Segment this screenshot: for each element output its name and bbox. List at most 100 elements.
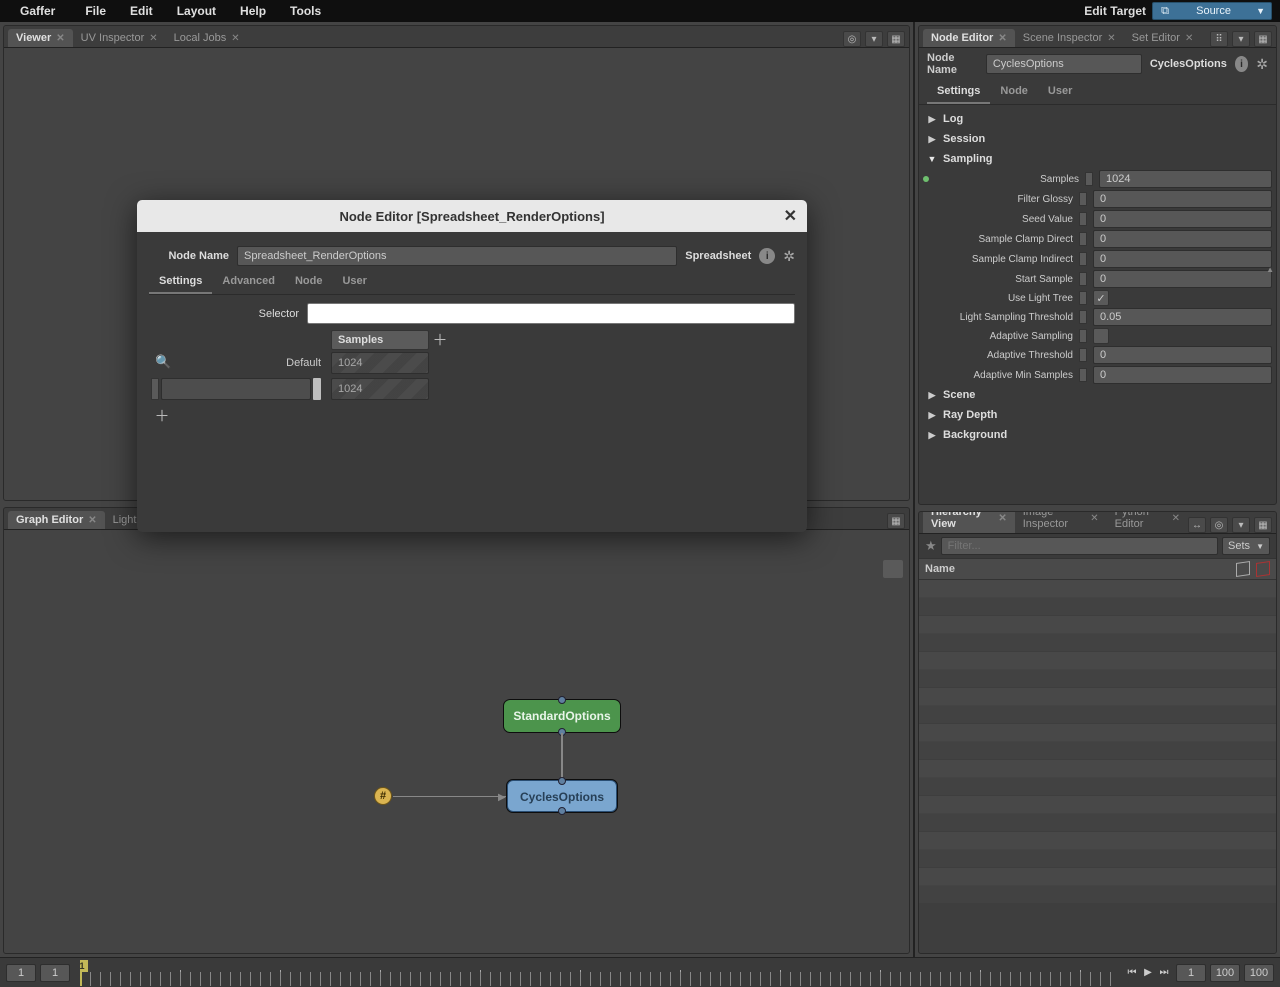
- group-background[interactable]: ▶Background: [923, 425, 1272, 445]
- app-name[interactable]: Gaffer: [8, 0, 73, 22]
- seed-input[interactable]: [1093, 210, 1272, 228]
- default-value-cell[interactable]: 1024: [331, 352, 429, 374]
- subtab-node[interactable]: Node: [990, 80, 1038, 104]
- menu-help[interactable]: Help: [228, 0, 278, 22]
- comment-icon[interactable]: [883, 560, 903, 578]
- tab-scene-inspector[interactable]: Scene Inspector✕: [1015, 29, 1124, 47]
- list-item[interactable]: [919, 706, 1276, 724]
- list-item[interactable]: [919, 760, 1276, 778]
- frame-view-start-input[interactable]: [40, 964, 70, 982]
- render-visibility-icon[interactable]: [1256, 561, 1270, 577]
- close-icon[interactable]: ✕: [149, 33, 157, 44]
- close-icon[interactable]: ✕: [1090, 513, 1098, 524]
- pin-button[interactable]: ◎: [843, 31, 861, 47]
- row-enable-toggle[interactable]: [151, 378, 159, 400]
- hierarchy-filter-input[interactable]: [941, 537, 1218, 555]
- menu-layout[interactable]: Layout: [165, 0, 228, 22]
- clamp-indirect-input[interactable]: [1093, 250, 1272, 268]
- info-icon[interactable]: i: [759, 248, 775, 264]
- enable-toggle[interactable]: [1079, 272, 1087, 286]
- graph-canvas[interactable]: StandardOptions CyclesOptions ▶ #: [4, 530, 909, 953]
- sets-dropdown[interactable]: Sets▼: [1222, 537, 1270, 555]
- list-item[interactable]: [919, 742, 1276, 760]
- column-header[interactable]: Samples: [331, 330, 429, 350]
- layout-button[interactable]: ▦: [887, 513, 905, 529]
- info-icon[interactable]: i: [1235, 56, 1248, 72]
- node-context-variables[interactable]: #: [374, 787, 392, 805]
- enable-toggle[interactable]: [1079, 192, 1087, 206]
- layout-button[interactable]: ▦: [887, 31, 905, 47]
- close-icon[interactable]: ✕: [231, 33, 239, 44]
- list-item[interactable]: [919, 886, 1276, 904]
- close-icon[interactable]: ✕: [998, 513, 1006, 524]
- chevron-down-icon[interactable]: ▾: [865, 31, 883, 47]
- node-cyclesoptions[interactable]: CyclesOptions: [507, 780, 617, 812]
- skip-end-icon[interactable]: ⏭: [1156, 965, 1172, 981]
- list-item[interactable]: [919, 634, 1276, 652]
- close-icon[interactable]: ✕: [56, 33, 64, 44]
- row-name-input[interactable]: [161, 378, 311, 400]
- subtab-node[interactable]: Node: [285, 270, 333, 294]
- use-light-tree-check[interactable]: ✓: [1093, 290, 1109, 306]
- list-item[interactable]: [919, 580, 1276, 598]
- subtab-advanced[interactable]: Advanced: [212, 270, 285, 294]
- pin-button[interactable]: ◎: [1210, 517, 1228, 533]
- list-item[interactable]: [919, 832, 1276, 850]
- list-item[interactable]: [919, 688, 1276, 706]
- filter-glossy-input[interactable]: [1093, 190, 1272, 208]
- list-item[interactable]: [919, 670, 1276, 688]
- enable-toggle[interactable]: [1079, 212, 1087, 226]
- gear-icon[interactable]: ✲: [783, 248, 795, 265]
- list-item[interactable]: [919, 616, 1276, 634]
- tab-local-jobs[interactable]: Local Jobs✕: [166, 29, 248, 47]
- adaptive-threshold-input[interactable]: [1093, 346, 1272, 364]
- visibility-icon[interactable]: [1236, 561, 1250, 577]
- layout-button[interactable]: ▦: [1254, 517, 1272, 533]
- tab-graph-editor[interactable]: Graph Editor✕: [8, 511, 105, 529]
- enable-toggle[interactable]: [1079, 329, 1087, 343]
- close-icon[interactable]: ✕: [88, 515, 96, 526]
- enable-toggle[interactable]: [1085, 172, 1093, 186]
- tab-hierarchy-view[interactable]: Hierarchy View✕: [923, 511, 1015, 533]
- frame-start-input[interactable]: [6, 964, 36, 982]
- expand-button[interactable]: ↔: [1188, 517, 1206, 533]
- close-icon[interactable]: ✕: [1172, 513, 1180, 524]
- subtab-user[interactable]: User: [1038, 80, 1082, 104]
- out-port[interactable]: [558, 807, 566, 815]
- skip-start-icon[interactable]: ⏮: [1124, 965, 1140, 981]
- bookmark-icon[interactable]: ★: [925, 538, 937, 554]
- light-threshold-input[interactable]: [1093, 308, 1272, 326]
- enable-toggle[interactable]: [1079, 368, 1087, 382]
- chevron-down-icon[interactable]: ▾: [1232, 31, 1250, 47]
- clamp-direct-input[interactable]: [1093, 230, 1272, 248]
- start-sample-input[interactable]: [1093, 270, 1272, 288]
- window-mode-button[interactable]: ⠿: [1210, 31, 1228, 47]
- group-scene[interactable]: ▶Scene: [923, 385, 1272, 405]
- row-grip-icon[interactable]: [313, 378, 321, 400]
- node-name-input[interactable]: [986, 54, 1142, 74]
- list-item[interactable]: [919, 868, 1276, 886]
- subtab-settings[interactable]: Settings: [149, 270, 212, 294]
- menu-tools[interactable]: Tools: [278, 0, 333, 22]
- tab-node-editor[interactable]: Node Editor✕: [923, 29, 1015, 47]
- group-log[interactable]: ▶Log: [923, 109, 1272, 129]
- enable-toggle[interactable]: [1079, 252, 1087, 266]
- tab-image-inspector[interactable]: Image Inspector✕: [1015, 511, 1107, 533]
- edit-target-select[interactable]: ⧉ Source ▼: [1152, 2, 1272, 20]
- frame-end-input[interactable]: [1244, 964, 1274, 982]
- close-icon[interactable]: ✕: [1185, 33, 1193, 44]
- subtab-user[interactable]: User: [332, 270, 376, 294]
- close-icon[interactable]: ✕: [998, 33, 1006, 44]
- list-item[interactable]: [919, 652, 1276, 670]
- close-icon[interactable]: ✕: [1107, 33, 1115, 44]
- group-sampling[interactable]: ▼Sampling: [923, 149, 1272, 169]
- add-row-button[interactable]: ＋: [153, 406, 171, 424]
- frame-current-input[interactable]: [1176, 964, 1206, 982]
- frame-view-end-input[interactable]: [1210, 964, 1240, 982]
- group-session[interactable]: ▶Session: [923, 129, 1272, 149]
- hierarchy-rows[interactable]: [919, 580, 1276, 953]
- adaptive-sampling-check[interactable]: [1093, 328, 1109, 344]
- add-column-button[interactable]: ＋: [431, 330, 449, 348]
- enable-toggle[interactable]: [1079, 232, 1087, 246]
- node-standardoptions[interactable]: StandardOptions: [504, 700, 620, 732]
